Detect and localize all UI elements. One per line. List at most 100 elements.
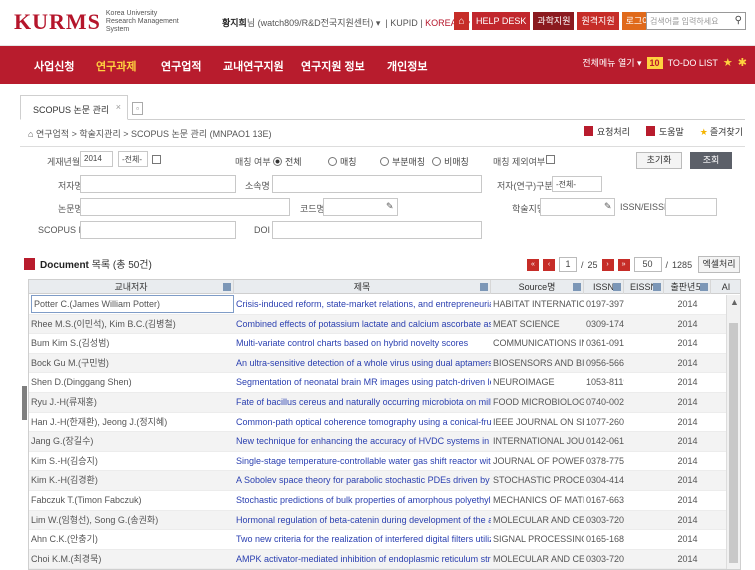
column-title[interactable]: 제목	[234, 280, 491, 294]
journal-pencil-icon[interactable]: ✎	[604, 201, 612, 212]
title-cell[interactable]: Common-path optical coherence tomography…	[236, 413, 491, 432]
match-radio-partial[interactable]: 부분매칭	[380, 155, 425, 168]
table-row[interactable]: Potter C.(James William Potter) Crisis-in…	[29, 295, 727, 315]
first-page-button[interactable]: «	[527, 258, 539, 271]
column-year[interactable]: 출판년도	[664, 280, 711, 294]
title-cell[interactable]: Fate of bacillus cereus and naturally oc…	[236, 393, 491, 412]
match-radio-unmatched[interactable]: 비매칭	[432, 155, 469, 168]
table-row[interactable]: Lim W.(임형선), Song G.(송권화) Hormonal regula…	[29, 510, 727, 531]
column-eissn[interactable]: EISSN	[624, 280, 664, 294]
favorite-action[interactable]: ★ 즐겨찾기	[700, 125, 743, 138]
sort-icon[interactable]	[223, 283, 231, 291]
column-author[interactable]: 교내저자	[29, 280, 234, 294]
tab-scopus[interactable]: SCOPUS 논문 관리 ×	[20, 95, 128, 120]
nav-item-achievements[interactable]: 연구업적	[161, 58, 201, 74]
sort-icon[interactable]	[480, 283, 488, 291]
table-row[interactable]: Jang G.(장길수) New technique for enhancing …	[29, 432, 727, 452]
page-input[interactable]: 1	[559, 257, 577, 272]
nav-item-apply[interactable]: 사업신청	[34, 58, 74, 74]
sort-icon[interactable]	[613, 283, 621, 291]
kurms-logo[interactable]: KURMS Korea University Research Manageme…	[14, 9, 186, 35]
scroll-thumb[interactable]	[729, 323, 738, 563]
next-page-button[interactable]: ›	[601, 258, 614, 271]
table-row[interactable]: Kim S.-H(김승지) Single-stage temperature-co…	[29, 452, 727, 472]
per-page-select[interactable]: 50	[633, 257, 662, 272]
table-row[interactable]: Kim K.-H(김경환) A Sobolev space theory for …	[29, 471, 727, 491]
title-cell[interactable]: An ultra-sensitive detection of a whole …	[236, 354, 491, 373]
home-small-icon[interactable]: ⌂	[28, 129, 33, 139]
reset-button[interactable]: 초기화	[636, 152, 682, 169]
close-icon[interactable]: ×	[116, 102, 121, 112]
title-cell[interactable]: Hormonal regulation of beta-catenin duri…	[236, 511, 491, 530]
search-icon[interactable]: ⚲	[735, 15, 742, 26]
title-cell[interactable]: AMPK activator-mediated inhibition of en…	[236, 550, 491, 569]
help-desk-button[interactable]: HELP DESK	[472, 12, 531, 30]
side-panel-handle[interactable]	[22, 386, 27, 420]
menu-all-button[interactable]: 전체메뉴 열기 ▾	[582, 56, 641, 69]
author-input[interactable]	[80, 175, 236, 193]
science-support-button[interactable]: 과학지원	[533, 12, 575, 30]
title-cell[interactable]: Stochastic predictions of bulk propertie…	[236, 491, 491, 510]
nav-item-support-info[interactable]: 연구지원 정보	[301, 58, 365, 74]
match-radio-matched[interactable]: 매칭	[328, 155, 357, 168]
table-row[interactable]: Bock Gu M.(구민범) An ultra-sensitive detect…	[29, 353, 727, 374]
vertical-scrollbar[interactable]: ▲	[726, 295, 740, 569]
scopus-id-input[interactable]	[80, 221, 236, 239]
title-cell[interactable]: Two new criteria for the realization of …	[236, 530, 491, 549]
nav-item-personal[interactable]: 개인정보	[387, 58, 427, 74]
remote-support-button[interactable]: 원격지원	[577, 12, 619, 30]
doi-input[interactable]	[272, 221, 482, 239]
table-row[interactable]: Choi K.M.(최경묵) AMPK activator-mediated in…	[29, 549, 727, 569]
match-radio-all[interactable]: 전체	[273, 155, 302, 168]
column-issn[interactable]: ISSN	[584, 280, 624, 294]
column-issn-label: ISSN	[592, 282, 614, 292]
user-suffix[interactable]: 님 (watch809/R&D전국지원센터) ▾	[247, 18, 381, 28]
month-select[interactable]: -전체-	[118, 151, 148, 167]
table-row[interactable]: Bum Kim S.(김성범) Multi-variate control cha…	[29, 334, 727, 354]
prev-page-button[interactable]: ‹	[543, 258, 555, 271]
year-select[interactable]: 2014	[80, 151, 113, 167]
home-icon[interactable]: ⌂	[454, 12, 469, 30]
table-row[interactable]: Rhee M.S.(이민석), Kim B.C.(김병철) Combined ef…	[29, 314, 727, 335]
year-checkbox[interactable]	[152, 155, 161, 164]
title-cell[interactable]: New technique for enhancing the accuracy…	[236, 432, 491, 451]
scroll-up-icon[interactable]: ▲	[730, 297, 739, 307]
table-row[interactable]: Fabczuk T.(Timon Fabczuk) Stochastic pred…	[29, 491, 727, 511]
gear-icon[interactable]: ✱	[738, 56, 747, 69]
todo-list-button[interactable]: TO-DO LIST	[668, 58, 718, 68]
global-search-input[interactable]: 검색어를 입력하세요 ⚲	[646, 12, 746, 30]
kupid-link[interactable]: KUPID	[390, 18, 418, 28]
issn-input[interactable]	[665, 198, 717, 216]
help-action[interactable]: 도움말	[645, 125, 684, 138]
table-row[interactable]: Han J.-H(한재환), Jeong J.(정지혜) Common-path …	[29, 413, 727, 433]
sort-icon[interactable]	[700, 283, 708, 291]
sort-icon[interactable]	[653, 283, 661, 291]
title-cell[interactable]: A Sobolev space theory for parabolic sto…	[236, 471, 491, 490]
table-row[interactable]: Shen D.(Dinggang Shen) Segmentation of ne…	[29, 373, 727, 393]
title-cell[interactable]: Segmentation of neonatal brain MR images…	[236, 373, 491, 392]
dept-input[interactable]	[272, 175, 482, 193]
paper-input[interactable]	[80, 198, 290, 216]
nav-item-projects[interactable]: 연구과제	[96, 58, 136, 74]
title-cell[interactable]: Single-stage temperature-controllable wa…	[236, 452, 491, 471]
title-cell[interactable]: Crisis-induced reform, state-market rela…	[236, 295, 491, 314]
excel-button[interactable]: 엑셀처리	[698, 256, 740, 273]
role-select[interactable]: -전체-	[552, 176, 602, 192]
column-ai[interactable]: AI	[711, 280, 740, 294]
source-cell: FOOD MICROBIOLOGY	[493, 396, 584, 407]
title-cell[interactable]: Combined effects of potassium lactate an…	[236, 315, 491, 334]
radio-label-partial: 부분매칭	[392, 157, 426, 167]
search-button[interactable]: 조회	[690, 152, 732, 169]
title-cell[interactable]: Multi-variate control charts based on hy…	[236, 334, 491, 353]
table-row[interactable]: Ryu J.-H(류재홍) Fate of bacillus cereus and…	[29, 392, 727, 413]
table-row[interactable]: Ahn C.K.(안충기) Two new criteria for the re…	[29, 530, 727, 550]
tab-add-icon[interactable]: ▫	[132, 102, 143, 115]
column-source[interactable]: Source명	[491, 280, 584, 294]
code-pencil-icon[interactable]: ✎	[386, 201, 394, 212]
request-action[interactable]: 요청처리	[583, 125, 630, 138]
nav-item-internal-support[interactable]: 교내연구지원	[223, 58, 284, 74]
except-checkbox[interactable]	[546, 155, 555, 164]
sort-icon[interactable]	[573, 283, 581, 291]
last-page-button[interactable]: »	[617, 258, 630, 271]
star-icon[interactable]: ★	[723, 56, 733, 69]
